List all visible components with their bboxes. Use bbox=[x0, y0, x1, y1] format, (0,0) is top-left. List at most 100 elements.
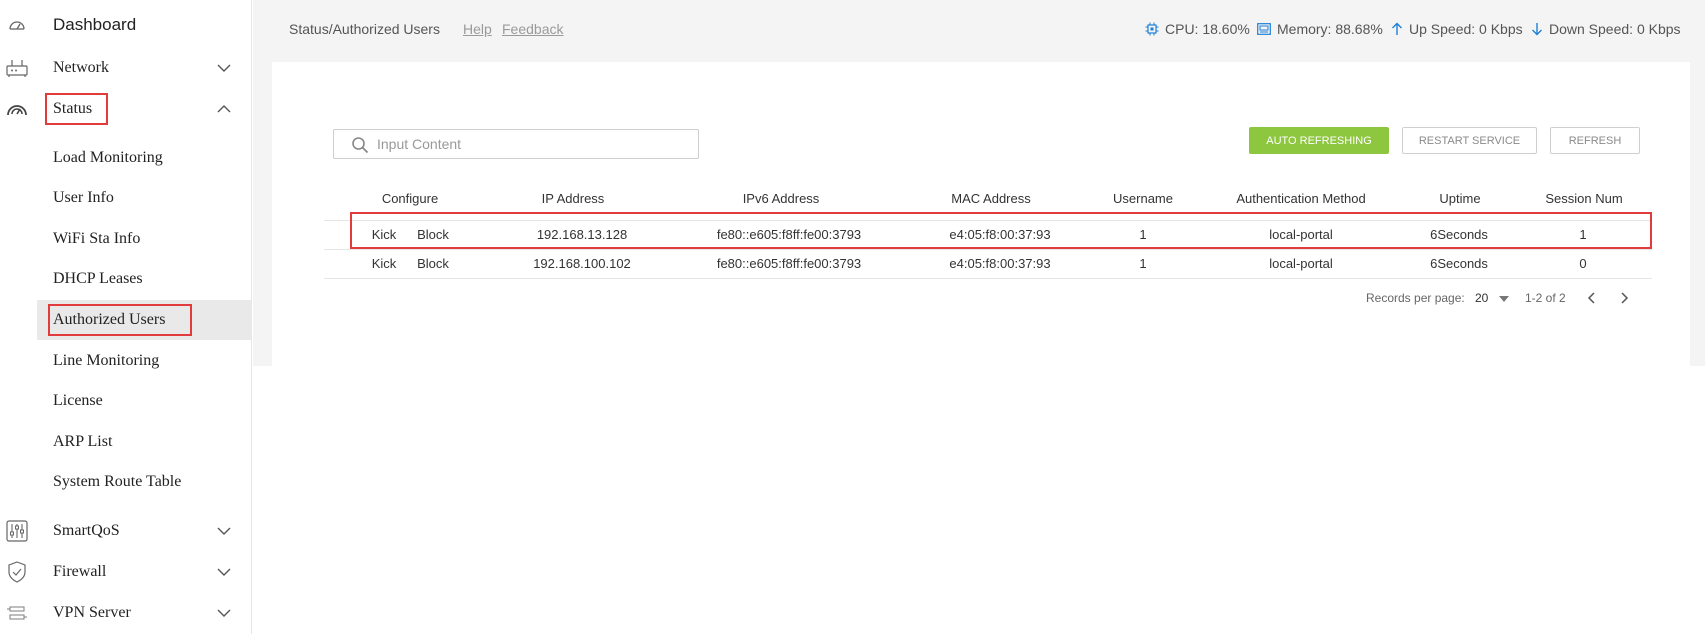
chevron-left-icon[interactable] bbox=[1582, 289, 1600, 307]
subitem-label: DHCP Leases bbox=[53, 270, 143, 287]
sidebar-item-dashboard[interactable]: Dashboard bbox=[0, 5, 252, 45]
column-header-auth-method: Authentication Method bbox=[1236, 191, 1366, 206]
records-per-page-select[interactable]: 20 bbox=[1475, 291, 1488, 305]
sidebar-item-label: VPN Server bbox=[53, 604, 131, 621]
help-link[interactable]: Help bbox=[463, 21, 492, 37]
ip-address-cell: 192.168.100.102 bbox=[533, 256, 631, 271]
search-input[interactable] bbox=[377, 134, 677, 154]
sidebar-subitem-authorized-users[interactable]: Authorized Users bbox=[37, 300, 252, 340]
sidebar-subitem-user-info[interactable]: User Info bbox=[37, 178, 252, 218]
up-speed-value: Up Speed: 0 Kbps bbox=[1409, 21, 1523, 37]
search-box[interactable] bbox=[333, 129, 699, 159]
chevron-down-icon[interactable] bbox=[213, 520, 235, 542]
caret-down-icon[interactable] bbox=[1495, 290, 1513, 308]
dashboard-icon bbox=[5, 13, 29, 37]
subitem-label: Line Monitoring bbox=[53, 352, 160, 369]
sidebar-item-firewall[interactable]: Firewall bbox=[0, 552, 252, 592]
memory-stat: Memory: 88.68% bbox=[1257, 21, 1383, 37]
sidebar-subitem-license[interactable]: License bbox=[37, 381, 252, 421]
sidebar-subitem-system-route-table[interactable]: System Route Table bbox=[37, 462, 252, 502]
subitem-label: User Info bbox=[53, 189, 114, 206]
mac-address-cell: e4:05:f8:00:37:93 bbox=[949, 227, 1051, 242]
sidebar-subitem-dhcp-leases[interactable]: DHCP Leases bbox=[37, 259, 252, 299]
column-header-mac-address: MAC Address bbox=[951, 191, 1031, 206]
subitem-label: Authorized Users bbox=[53, 311, 166, 328]
auth-method-cell: local-portal bbox=[1269, 256, 1333, 271]
block-button[interactable]: Block bbox=[417, 227, 449, 242]
sidebar-subitem-arp-list[interactable]: ARP List bbox=[37, 422, 252, 462]
feedback-link[interactable]: Feedback bbox=[502, 21, 563, 37]
page-range: 1-2 of 2 bbox=[1525, 291, 1566, 305]
chevron-down-icon[interactable] bbox=[213, 57, 235, 79]
uptime-cell: 6Seconds bbox=[1430, 256, 1488, 271]
router-icon bbox=[5, 56, 29, 80]
search-icon bbox=[352, 137, 369, 154]
username-cell: 1 bbox=[1139, 256, 1147, 271]
table-row: Kick Block 192.168.100.102 fe80::e605:f8… bbox=[324, 249, 1652, 278]
up-speed-stat: Up Speed: 0 Kbps bbox=[1391, 21, 1523, 37]
content-margin-left bbox=[253, 62, 272, 366]
column-header-ip-address: IP Address bbox=[541, 191, 605, 206]
sidebar-item-smartqos[interactable]: SmartQoS bbox=[0, 511, 252, 551]
sidebar-item-label: Dashboard bbox=[53, 15, 137, 34]
sidebar-item-label: Firewall bbox=[53, 563, 107, 580]
down-speed-value: Down Speed: 0 Kbps bbox=[1549, 21, 1681, 37]
chevron-down-icon[interactable] bbox=[213, 561, 235, 583]
memory-icon bbox=[1257, 23, 1271, 35]
column-header-uptime: Uptime bbox=[1439, 191, 1481, 206]
cpu-value: CPU: 18.60% bbox=[1165, 21, 1250, 37]
auth-method-cell: local-portal bbox=[1269, 227, 1333, 242]
down-speed-stat: Down Speed: 0 Kbps bbox=[1531, 21, 1681, 37]
subitem-label: License bbox=[53, 392, 103, 409]
column-header-username: Username bbox=[1113, 191, 1173, 206]
table-row: Kick Block 192.168.13.128 fe80::e605:f8f… bbox=[324, 220, 1652, 249]
vpn-icon bbox=[5, 601, 29, 625]
subitem-label: ARP List bbox=[53, 433, 113, 450]
sidebar-item-network[interactable]: Network bbox=[0, 48, 252, 88]
memory-value: Memory: 88.68% bbox=[1277, 21, 1383, 37]
sidebar-subitem-wifi-sta-info[interactable]: WiFi Sta Info bbox=[37, 219, 252, 259]
kick-button[interactable]: Kick bbox=[372, 227, 397, 242]
sidebar-item-status[interactable]: Status bbox=[0, 89, 252, 129]
column-header-configure: Configure bbox=[381, 191, 439, 206]
mac-address-cell: e4:05:f8:00:37:93 bbox=[949, 256, 1051, 271]
sidebar-item-label: SmartQoS bbox=[53, 522, 120, 539]
arrow-down-icon bbox=[1532, 23, 1542, 36]
refresh-button[interactable]: REFRESH bbox=[1550, 127, 1640, 154]
content-margin-right bbox=[1690, 62, 1705, 366]
ip-address-cell: 192.168.13.128 bbox=[536, 227, 628, 242]
chevron-down-icon[interactable] bbox=[213, 602, 235, 624]
cpu-icon bbox=[1145, 22, 1159, 36]
sidebar-subitem-line-monitoring[interactable]: Line Monitoring bbox=[37, 341, 252, 381]
subitem-label: System Route Table bbox=[53, 473, 182, 490]
kick-button[interactable]: Kick bbox=[372, 256, 397, 271]
sidebar-subitem-load-monitoring[interactable]: Load Monitoring bbox=[37, 138, 252, 178]
sliders-icon bbox=[5, 519, 29, 543]
uptime-cell: 6Seconds bbox=[1430, 227, 1488, 242]
column-header-ipv6-address: IPv6 Address bbox=[742, 191, 820, 206]
arrow-up-icon bbox=[1392, 22, 1402, 35]
records-per-page-label: Records per page: bbox=[1366, 291, 1465, 305]
sidebar-item-vpn-server[interactable]: VPN Server bbox=[0, 593, 252, 633]
auto-refreshing-button[interactable]: AUTO REFRESHING bbox=[1249, 127, 1389, 154]
restart-service-button[interactable]: RESTART SERVICE bbox=[1402, 127, 1537, 154]
ipv6-address-cell: fe80::e605:f8ff:fe00:3793 bbox=[716, 256, 862, 271]
subitem-label: Load Monitoring bbox=[53, 149, 163, 166]
gauge-icon bbox=[5, 97, 29, 121]
row-divider bbox=[324, 278, 1652, 279]
sidebar: Dashboard Network Status Load Monitoring… bbox=[0, 0, 252, 634]
sidebar-item-label: Status bbox=[53, 100, 93, 117]
ipv6-address-cell: fe80::e605:f8ff:fe00:3793 bbox=[716, 227, 862, 242]
breadcrumb: Status/Authorized Users bbox=[289, 21, 440, 37]
chevron-up-icon[interactable] bbox=[213, 98, 235, 120]
top-bar: Status/Authorized Users Help Feedback CP… bbox=[253, 0, 1705, 62]
username-cell: 1 bbox=[1139, 227, 1147, 242]
subitem-label: WiFi Sta Info bbox=[53, 230, 141, 247]
column-header-session-num: Session Num bbox=[1545, 191, 1623, 206]
chevron-right-icon[interactable] bbox=[1616, 289, 1634, 307]
session-num-cell: 1 bbox=[1579, 227, 1587, 242]
shield-icon bbox=[5, 560, 29, 584]
block-button[interactable]: Block bbox=[417, 256, 449, 271]
sidebar-item-label: Network bbox=[53, 59, 109, 76]
session-num-cell: 0 bbox=[1579, 256, 1587, 271]
